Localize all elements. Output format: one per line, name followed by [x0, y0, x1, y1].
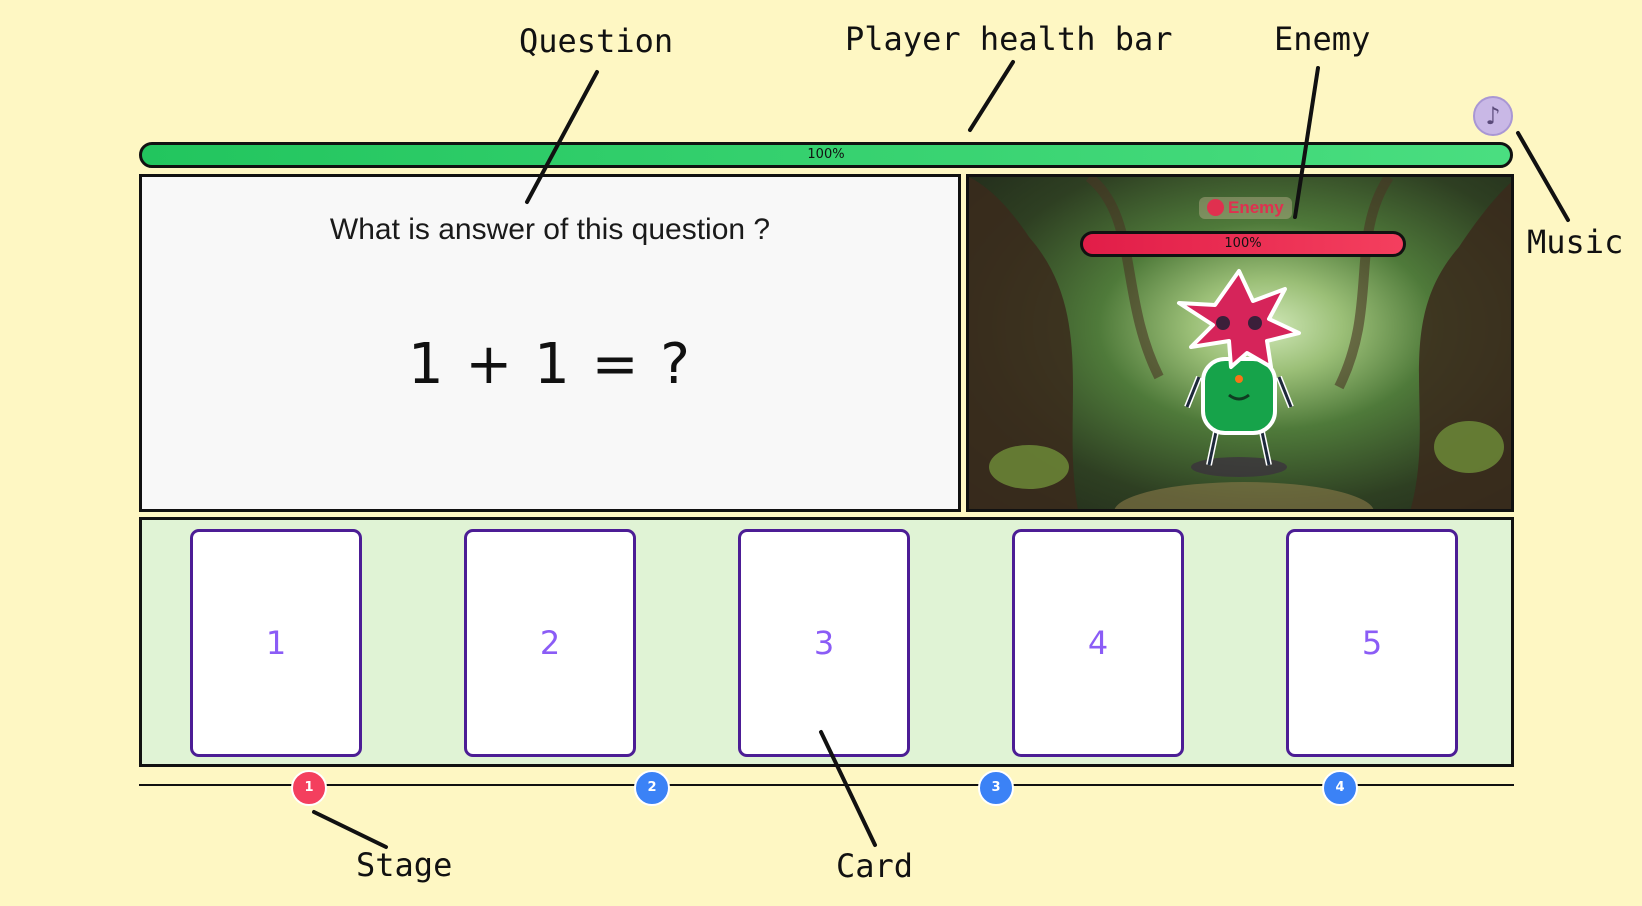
enemy-scene: Enemy 100%: [966, 174, 1514, 512]
pointer-player-health-bar: [968, 60, 1015, 132]
annotation-card: Card: [836, 847, 914, 885]
card-label: 4: [1087, 624, 1109, 662]
annotation-stage: Stage: [356, 846, 453, 884]
answer-card-3[interactable]: 3: [738, 529, 910, 757]
question-expression: 1 + 1 = ?: [407, 332, 693, 397]
annotation-enemy: Enemy: [1274, 20, 1371, 58]
enemy-health-text: 100%: [1224, 236, 1262, 251]
answer-card-1[interactable]: 1: [190, 529, 362, 757]
answer-card-2[interactable]: 2: [464, 529, 636, 757]
annotation-music: Music: [1527, 223, 1624, 261]
card-label: 2: [539, 624, 561, 662]
card-area: 1 2 3 4 5: [139, 517, 1514, 767]
stage-marker-2[interactable]: 2: [634, 770, 670, 806]
player-health-bar: 100%: [139, 142, 1513, 168]
stage-marker-3[interactable]: 3: [978, 770, 1014, 806]
card-label: 5: [1361, 624, 1383, 662]
pointer-music: [1516, 131, 1570, 222]
annotation-question: Question: [519, 22, 674, 60]
annotation-player-health-bar: Player health bar: [845, 20, 1173, 58]
enemy-name-text: Enemy: [1228, 198, 1284, 217]
enemy-name-label: Enemy: [1199, 197, 1292, 219]
enemy-health-bar: 100%: [1080, 231, 1406, 257]
stage-progress-line: [139, 784, 1514, 786]
card-label: 3: [813, 624, 835, 662]
enemy-sprite[interactable]: [1169, 267, 1309, 487]
music-note-icon: ♪: [1485, 102, 1501, 130]
question-prompt: What is answer of this question ?: [329, 213, 771, 246]
player-health-text: 100%: [807, 147, 845, 162]
music-button[interactable]: ♪: [1473, 96, 1513, 136]
stage-marker-1[interactable]: 1: [291, 770, 327, 806]
stage-marker-4[interactable]: 4: [1322, 770, 1358, 806]
card-label: 1: [265, 624, 287, 662]
question-panel: What is answer of this question ? 1 + 1 …: [139, 174, 961, 512]
devil-face-icon: [1207, 199, 1224, 216]
answer-card-4[interactable]: 4: [1012, 529, 1184, 757]
answer-card-5[interactable]: 5: [1286, 529, 1458, 757]
pointer-stage: [312, 810, 388, 849]
